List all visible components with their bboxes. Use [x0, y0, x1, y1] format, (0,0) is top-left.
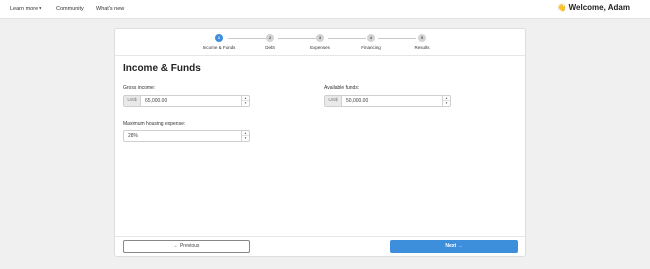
chevron-down-icon: ▾ — [39, 5, 42, 11]
previous-button[interactable]: ← Previous — [123, 240, 250, 253]
next-label: Next — [445, 243, 457, 249]
nav-learn-more-label: Learn more — [10, 6, 39, 12]
wave-icon: 👋 — [557, 3, 567, 12]
next-button[interactable]: Next → — [390, 240, 518, 253]
nav-community[interactable]: Community — [56, 6, 84, 12]
max-housing-value[interactable]: 28% — [128, 131, 138, 141]
arrow-right-icon: → — [457, 243, 463, 249]
available-funds-value[interactable]: 50,000.00 — [346, 96, 368, 106]
max-housing-input[interactable]: 28% ▲ ▼ — [123, 130, 250, 142]
currency-prefix: US$ — [124, 96, 141, 106]
gross-income-input[interactable]: US$ 65,000.00 ▲ ▼ — [123, 95, 250, 107]
max-housing-label: Maximum housing expense: — [123, 121, 186, 127]
step-results[interactable]: 5 Results — [392, 34, 452, 50]
spin-down-icon[interactable]: ▼ — [242, 136, 249, 141]
gross-income-stepper[interactable]: ▲ ▼ — [241, 96, 249, 106]
max-housing-stepper[interactable]: ▲ ▼ — [241, 131, 249, 141]
gross-income-label: Gross income: — [123, 85, 156, 91]
gross-income-value[interactable]: 65,000.00 — [145, 96, 167, 106]
step-number: 5 — [418, 34, 426, 42]
step-label: Results — [414, 45, 430, 50]
top-nav-bar: Learn more▾ Community What's new 👋 Welcom… — [0, 0, 650, 19]
spin-down-icon[interactable]: ▼ — [443, 101, 450, 106]
available-funds-stepper[interactable]: ▲ ▼ — [442, 96, 450, 106]
spin-down-icon[interactable]: ▼ — [242, 101, 249, 106]
wizard-card: 1 Income & Funds 2 Debt 3 Expenses 4 Fin… — [114, 28, 526, 257]
step-number: 2 — [266, 34, 274, 42]
available-funds-input[interactable]: US$ 50,000.00 ▲ ▼ — [324, 95, 451, 107]
step-number: 1 — [215, 34, 223, 42]
nav-learn-more[interactable]: Learn more▾ — [10, 5, 42, 13]
welcome-message: 👋 Welcome, Adam — [557, 3, 630, 12]
page-title: Income & Funds — [123, 63, 201, 74]
arrow-left-icon: ← — [173, 243, 179, 249]
step-number: 4 — [367, 34, 375, 42]
step-number: 3 — [316, 34, 324, 42]
progress-stepper: 1 Income & Funds 2 Debt 3 Expenses 4 Fin… — [115, 29, 525, 56]
available-funds-label: Available funds: — [324, 85, 360, 91]
wizard-footer: ← Previous Next → — [115, 236, 525, 257]
nav-whats-new[interactable]: What's new — [96, 6, 124, 12]
previous-label: Previous — [179, 243, 200, 249]
currency-prefix: US$ — [325, 96, 342, 106]
welcome-text: Welcome, Adam — [568, 3, 630, 12]
